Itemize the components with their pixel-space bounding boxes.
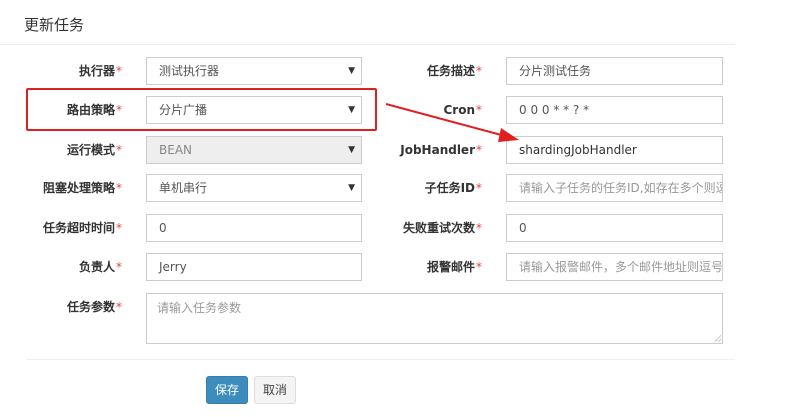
annotation-arrow (385, 103, 519, 142)
